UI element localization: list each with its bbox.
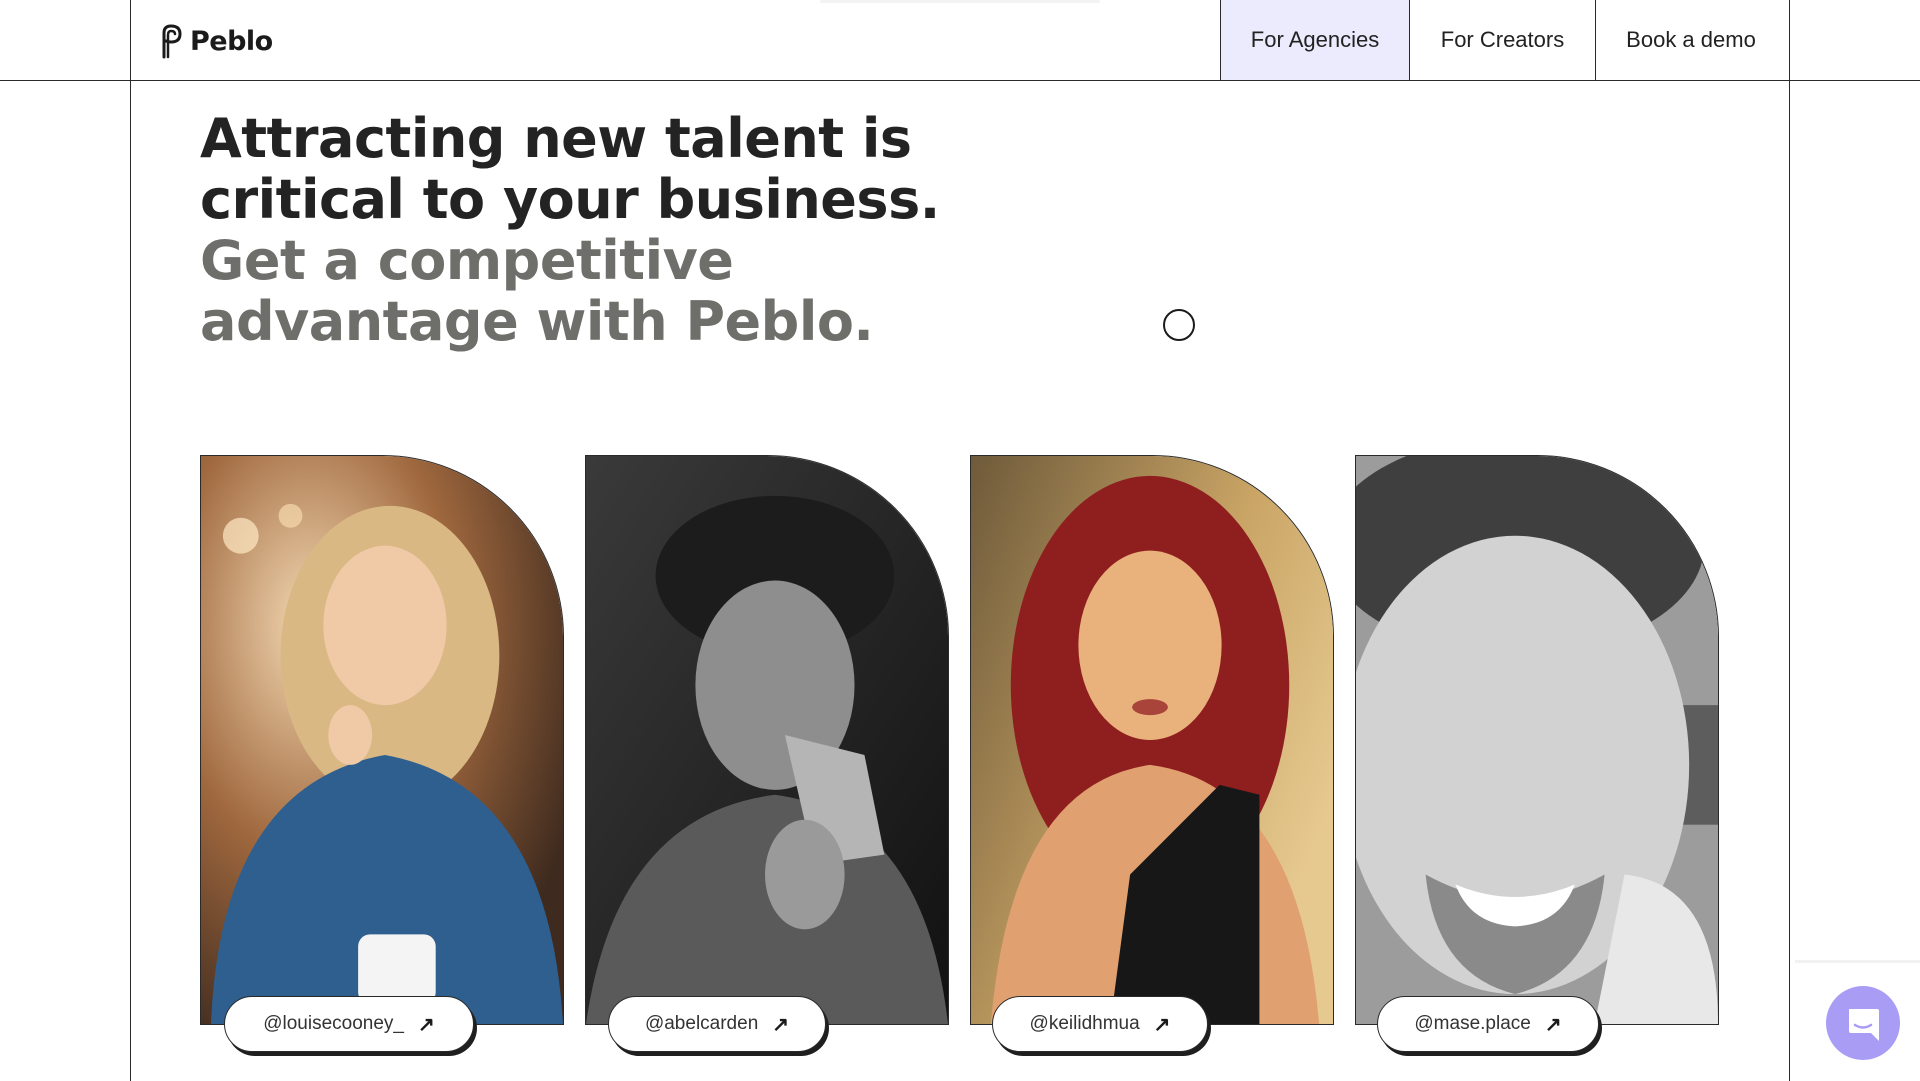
creator-card-1[interactable] xyxy=(200,455,564,1025)
creator-handle-text: @abelcarden xyxy=(644,1013,759,1034)
frame-line-left xyxy=(130,0,131,1081)
chat-launcher-button[interactable] xyxy=(1826,986,1900,1060)
creator-handle-4[interactable]: @mase.place ↗ xyxy=(1377,996,1599,1052)
faint-divider xyxy=(1795,960,1920,963)
creator-card-2[interactable] xyxy=(585,455,949,1025)
cursor-ring xyxy=(1163,309,1195,341)
creator-handle-text: @mase.place xyxy=(1414,1013,1531,1034)
arrow-up-right-icon: ↗ xyxy=(418,1013,435,1036)
top-shadow xyxy=(820,0,1100,3)
creator-handle-2[interactable]: @abelcarden ↗ xyxy=(608,996,826,1052)
creator-handle-1[interactable]: @louisecooney_ ↗ xyxy=(224,996,474,1052)
arrow-up-right-icon: ↗ xyxy=(1153,1013,1171,1036)
creator-photo xyxy=(586,456,948,1024)
creator-photo xyxy=(201,456,563,1024)
brand-logo[interactable]: Peblo xyxy=(158,22,273,60)
arrow-up-right-icon: ↗ xyxy=(1544,1013,1562,1036)
creator-handle-text: @louisecooney_ xyxy=(263,1013,404,1034)
main-nav: For Agencies For Creators Book a demo xyxy=(1220,0,1786,80)
hero-headline-muted: Get a competitive advantage with Peblo. xyxy=(200,229,874,353)
creator-handle-text: @keilidhmua xyxy=(1029,1013,1140,1034)
nav-for-creators[interactable]: For Creators xyxy=(1409,0,1595,80)
brand-name: Peblo xyxy=(190,25,273,57)
header-divider xyxy=(0,80,1920,81)
creator-card-4[interactable] xyxy=(1355,455,1719,1025)
chat-bubble-icon xyxy=(1849,1009,1879,1041)
frame-line-right xyxy=(1789,0,1790,1081)
arrow-up-right-icon: ↗ xyxy=(772,1013,790,1036)
hero-headline-dark: Attracting new talent is critical to you… xyxy=(200,107,940,231)
creator-photo xyxy=(971,456,1333,1024)
peblo-logo-icon xyxy=(162,24,182,59)
nav-book-demo[interactable]: Book a demo xyxy=(1595,0,1786,80)
creator-handle-3[interactable]: @keilidhmua ↗ xyxy=(992,996,1208,1052)
hero-headline: Attracting new talent is critical to you… xyxy=(200,108,1000,352)
creator-photo xyxy=(1356,456,1718,1024)
creator-card-3[interactable] xyxy=(970,455,1334,1025)
nav-for-agencies[interactable]: For Agencies xyxy=(1220,0,1409,80)
